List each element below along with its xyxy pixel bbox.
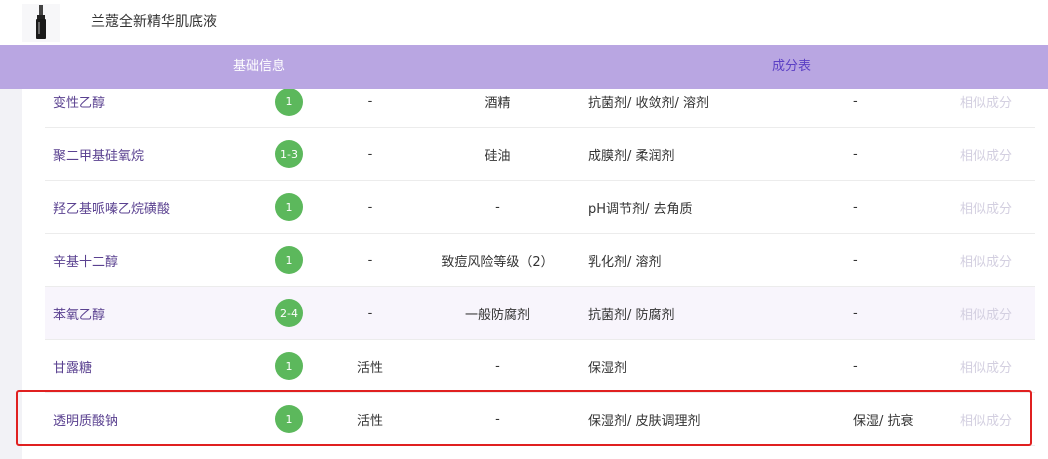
similar-ingredients-link[interactable]: 相似成分 bbox=[960, 128, 1012, 180]
score-badge: 1 bbox=[275, 352, 303, 380]
left-gutter bbox=[0, 45, 22, 459]
effect-cell: 保湿/ 抗衰 bbox=[853, 413, 914, 429]
risk-cell: - bbox=[495, 358, 500, 374]
score-badge: 1 bbox=[275, 193, 303, 221]
risk-cell: 致痘风险等级（2） bbox=[441, 254, 554, 270]
active-cell: - bbox=[367, 252, 373, 268]
safety-score: 1 bbox=[275, 181, 303, 233]
ingredient-name-link[interactable]: 苯氧乙醇 bbox=[53, 287, 105, 339]
ingredient-name-link[interactable]: 辛基十二醇 bbox=[53, 234, 118, 286]
table-row: 甘露糖 1 活性 - 保湿剂 - 相似成分 bbox=[45, 340, 1035, 393]
active-cell: - bbox=[367, 146, 373, 162]
ingredient-name-link[interactable]: 透明质酸钠 bbox=[53, 393, 118, 445]
score-badge: 1 bbox=[275, 405, 303, 433]
similar-ingredients-link[interactable]: 相似成分 bbox=[960, 287, 1012, 339]
ingredient-table: 变性乙醇 1 - 酒精 抗菌剂/ 收敛剂/ 溶剂 - 相似成分 聚二甲基硅氧烷 … bbox=[45, 76, 1035, 446]
safety-score: 1 bbox=[275, 393, 303, 445]
active-cell: 活性 bbox=[356, 360, 383, 376]
ingredient-page: 兰蔻全新精华肌底液 变性乙醇 1 - 酒精 抗菌剂/ 收敛剂/ 溶剂 - 相似成… bbox=[0, 0, 1048, 459]
effect-cell: - bbox=[853, 252, 858, 268]
effect-cell: - bbox=[853, 146, 858, 162]
similar-ingredients-link[interactable]: 相似成分 bbox=[960, 340, 1012, 392]
table-row: 透明质酸钠 1 活性 - 保湿剂/ 皮肤调理剂 保湿/ 抗衰 相似成分 bbox=[45, 393, 1035, 446]
serum-bottle-icon bbox=[36, 5, 46, 39]
purpose-cell: 成膜剂/ 柔润剂 bbox=[588, 148, 675, 164]
similar-ingredients-link[interactable]: 相似成分 bbox=[960, 181, 1012, 233]
safety-score: 1 bbox=[275, 340, 303, 392]
effect-cell: - bbox=[853, 305, 858, 321]
active-cell: 活性 bbox=[356, 413, 383, 429]
similar-ingredients-link[interactable]: 相似成分 bbox=[960, 393, 1012, 445]
purpose-cell: 抗菌剂/ 防腐剂 bbox=[588, 307, 675, 323]
table-row: 苯氧乙醇 2-4 - 一般防腐剂 抗菌剂/ 防腐剂 - 相似成分 bbox=[45, 287, 1035, 340]
product-header: 兰蔻全新精华肌底液 bbox=[0, 0, 1048, 45]
purpose-cell: pH调节剂/ 去角质 bbox=[588, 201, 693, 217]
table-row: 辛基十二醇 1 - 致痘风险等级（2） 乳化剂/ 溶剂 - 相似成分 bbox=[45, 234, 1035, 287]
score-badge: 1 bbox=[275, 87, 303, 116]
active-cell: - bbox=[367, 199, 373, 215]
effect-cell: - bbox=[853, 358, 858, 374]
similar-ingredients-link[interactable]: 相似成分 bbox=[960, 234, 1012, 286]
purpose-cell: 保湿剂 bbox=[588, 360, 628, 376]
table-row: 羟乙基哌嗪乙烷磺酸 1 - - pH调节剂/ 去角质 - 相似成分 bbox=[45, 181, 1035, 234]
risk-cell: 一般防腐剂 bbox=[464, 307, 530, 323]
safety-score: 2-4 bbox=[275, 287, 303, 339]
table-header-bar: 基础信息 成分表 bbox=[0, 45, 1048, 89]
tab-ingredients[interactable]: 成分表 bbox=[772, 58, 811, 76]
risk-cell: - bbox=[495, 411, 500, 427]
effect-cell: - bbox=[853, 199, 858, 215]
ingredient-name-link[interactable]: 甘露糖 bbox=[53, 340, 92, 392]
ingredient-name-link[interactable]: 聚二甲基硅氧烷 bbox=[53, 128, 144, 180]
score-badge: 2-4 bbox=[275, 299, 303, 327]
product-title: 兰蔻全新精华肌底液 bbox=[91, 14, 217, 30]
purpose-cell: 保湿剂/ 皮肤调理剂 bbox=[588, 413, 701, 429]
risk-cell: - bbox=[495, 199, 500, 215]
product-thumbnail[interactable] bbox=[22, 4, 60, 42]
tab-basic-info[interactable]: 基础信息 bbox=[233, 58, 285, 76]
safety-score: 1-3 bbox=[275, 128, 303, 180]
risk-cell: 硅油 bbox=[484, 148, 511, 164]
score-badge: 1 bbox=[275, 246, 303, 274]
table-row: 聚二甲基硅氧烷 1-3 - 硅油 成膜剂/ 柔润剂 - 相似成分 bbox=[45, 128, 1035, 181]
safety-score: 1 bbox=[275, 234, 303, 286]
ingredient-name-link[interactable]: 羟乙基哌嗪乙烷磺酸 bbox=[53, 181, 170, 233]
score-badge: 1-3 bbox=[275, 140, 303, 168]
active-cell: - bbox=[367, 305, 373, 321]
purpose-cell: 乳化剂/ 溶剂 bbox=[588, 254, 662, 270]
